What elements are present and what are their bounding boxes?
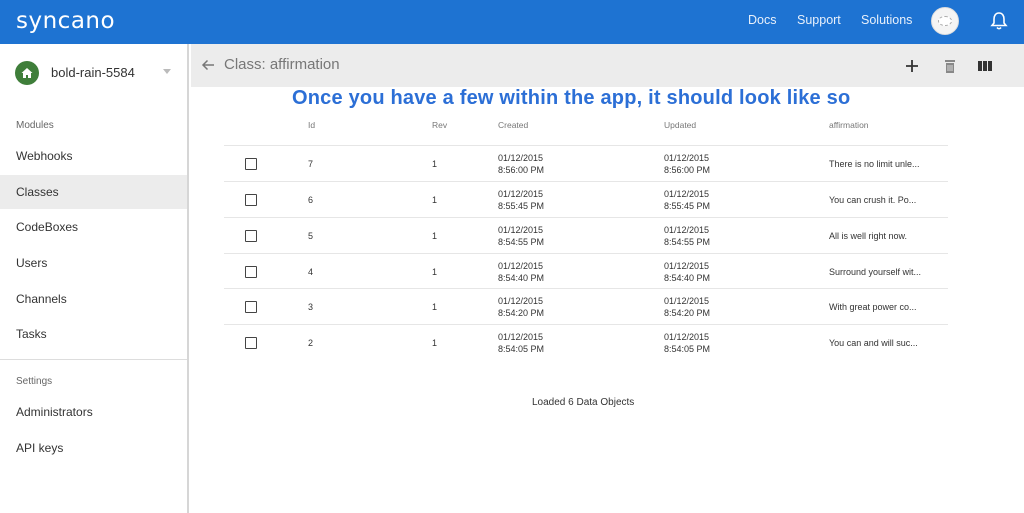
cell-id: 5 — [308, 231, 314, 241]
cell-created-time: 8:54:40 PM — [498, 273, 545, 283]
row-checkbox[interactable] — [245, 158, 257, 170]
page-title: Class: affirmation — [224, 56, 340, 73]
row-checkbox[interactable] — [245, 266, 257, 278]
column-header-updated[interactable]: Updated — [664, 120, 696, 130]
sidebar-divider — [0, 359, 187, 360]
nav-docs[interactable]: Docs — [748, 13, 776, 27]
cell-rev: 1 — [432, 195, 438, 205]
cell-id: 2 — [308, 338, 314, 348]
cell-rev: 1 — [432, 231, 438, 241]
cell-rev: 1 — [432, 159, 438, 169]
cell-updated-time: 8:54:40 PM — [664, 273, 711, 283]
cell-created-time: 8:55:45 PM — [498, 201, 545, 211]
nav-solutions[interactable]: Solutions — [861, 13, 912, 27]
cell-updated-time: 8:54:55 PM — [664, 237, 711, 247]
cell-affirmation: You can and will suc... — [829, 338, 918, 348]
arrow-left-icon[interactable] — [200, 57, 216, 73]
cell-affirmation: Surround yourself wit... — [829, 267, 922, 277]
trash-icon[interactable] — [941, 57, 959, 75]
row-checkbox[interactable] — [245, 230, 257, 242]
cell-updated-time: 8:54:05 PM — [664, 344, 711, 354]
sidebar-item-users[interactable]: Users — [0, 246, 187, 280]
column-header-affirmation[interactable]: affirmation — [829, 120, 869, 130]
cell-updated-date: 01/12/2015 — [664, 332, 710, 342]
cell-affirmation: There is no limit unle... — [829, 159, 920, 169]
cell-created-date: 01/12/2015 — [498, 332, 544, 342]
cell-id: 4 — [308, 267, 314, 277]
column-header-created[interactable]: Created — [498, 120, 528, 130]
cell-affirmation: You can crush it. Po... — [829, 195, 917, 205]
cell-created-date: 01/12/2015 — [498, 296, 544, 306]
nav-support[interactable]: Support — [797, 13, 841, 27]
cell-created-time: 8:56:00 PM — [498, 165, 545, 175]
cell-id: 3 — [308, 302, 314, 312]
cell-affirmation: All is well right now. — [829, 231, 908, 241]
cell-created-date: 01/12/2015 — [498, 189, 544, 199]
bell-icon[interactable] — [990, 11, 1008, 31]
sidebar-item-channels[interactable]: Channels — [0, 282, 187, 316]
cell-updated-date: 01/12/2015 — [664, 261, 710, 271]
sidebar-item-classes[interactable]: Classes — [0, 175, 187, 209]
class-header: Class: affirmation — [191, 44, 1024, 87]
instance-name: bold-rain-5584 — [51, 65, 135, 80]
sidebar-item-administrators[interactable]: Administrators — [0, 395, 187, 429]
syncano-logo[interactable]: syncano — [16, 8, 115, 34]
sidebar-item-codeboxes[interactable]: CodeBoxes — [0, 210, 187, 244]
loaded-count-text: Loaded 6 Data Objects — [532, 397, 635, 408]
sidebar-item-tasks[interactable]: Tasks — [0, 317, 187, 351]
cell-created-time: 8:54:55 PM — [498, 237, 545, 247]
settings-section-label: Settings — [16, 376, 53, 387]
cell-updated-time: 8:55:45 PM — [664, 201, 711, 211]
cell-created-date: 01/12/2015 — [498, 225, 544, 235]
column-header-rev[interactable]: Rev — [432, 120, 447, 130]
table-row[interactable]: 3 1 01/12/2015 8:54:20 PM 01/12/2015 8:5… — [224, 288, 948, 324]
top-bar: syncano Docs Support Solutions — [0, 0, 1024, 44]
row-checkbox[interactable] — [245, 194, 257, 206]
instance-selector[interactable]: bold-rain-5584 — [0, 44, 187, 100]
cell-rev: 1 — [432, 338, 438, 348]
cell-updated-time: 8:56:00 PM — [664, 165, 711, 175]
table-row[interactable]: 4 1 01/12/2015 8:54:40 PM 01/12/2015 8:5… — [224, 253, 948, 289]
cell-updated-date: 01/12/2015 — [664, 189, 710, 199]
annotation-caption: Once you have a few within the app, it s… — [292, 87, 851, 109]
cell-updated-date: 01/12/2015 — [664, 153, 710, 163]
cell-created-date: 01/12/2015 — [498, 261, 544, 271]
home-icon — [15, 61, 39, 85]
cell-id: 7 — [308, 159, 314, 169]
table-row[interactable]: 7 1 01/12/2015 8:56:00 PM 01/12/2015 8:5… — [224, 145, 948, 181]
columns-icon[interactable] — [976, 57, 994, 75]
cell-id: 6 — [308, 195, 314, 205]
cell-updated-time: 8:54:20 PM — [664, 308, 711, 318]
cell-created-time: 8:54:20 PM — [498, 308, 545, 318]
cell-created-date: 01/12/2015 — [498, 153, 544, 163]
plus-icon[interactable] — [903, 57, 921, 75]
chevron-down-icon[interactable] — [163, 69, 171, 74]
cell-created-time: 8:54:05 PM — [498, 344, 545, 354]
cell-rev: 1 — [432, 267, 438, 277]
sidebar-item-api-keys[interactable]: API keys — [0, 431, 187, 465]
cell-rev: 1 — [432, 302, 438, 312]
cell-updated-date: 01/12/2015 — [664, 296, 710, 306]
table-row[interactable]: 6 1 01/12/2015 8:55:45 PM 01/12/2015 8:5… — [224, 181, 948, 217]
sidebar: bold-rain-5584 Modules Webhooks Classes … — [0, 44, 189, 513]
cell-updated-date: 01/12/2015 — [664, 225, 710, 235]
row-checkbox[interactable] — [245, 337, 257, 349]
avatar[interactable] — [931, 7, 959, 35]
sidebar-item-webhooks[interactable]: Webhooks — [0, 139, 187, 173]
table-row[interactable]: 5 1 01/12/2015 8:54:55 PM 01/12/2015 8:5… — [224, 217, 948, 253]
table-row[interactable]: 2 1 01/12/2015 8:54:05 PM 01/12/2015 8:5… — [224, 324, 948, 360]
column-header-id[interactable]: Id — [308, 120, 315, 130]
cell-affirmation: With great power co... — [829, 302, 917, 312]
modules-section-label: Modules — [16, 120, 54, 131]
row-checkbox[interactable] — [245, 301, 257, 313]
